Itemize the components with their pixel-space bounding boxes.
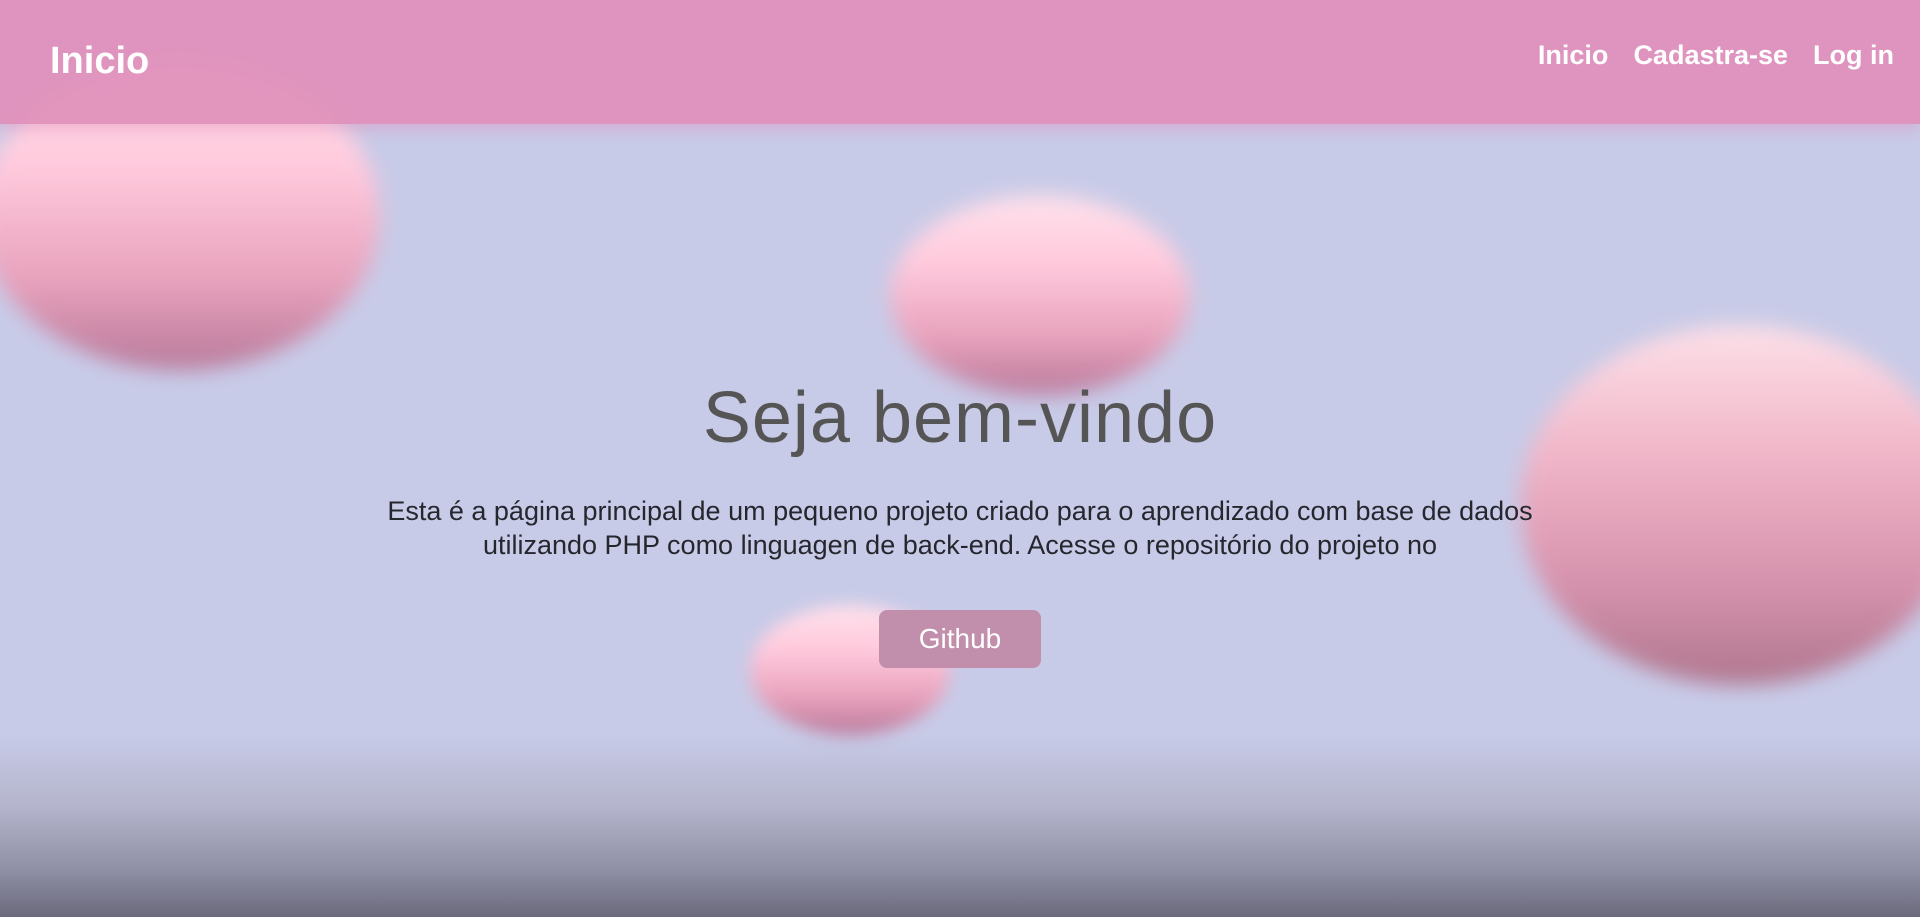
- nav-link-log-in[interactable]: Log in: [1813, 40, 1894, 71]
- nav-links: Inicio Cadastra-se Log in: [1538, 40, 1894, 71]
- navbar: Inicio Inicio Cadastra-se Log in: [0, 0, 1920, 124]
- brand-link[interactable]: Inicio: [50, 40, 149, 83]
- nav-link-cadastra-se[interactable]: Cadastra-se: [1633, 40, 1788, 71]
- github-button[interactable]: Github: [879, 610, 1041, 668]
- hero-section: Seja bem-vindo Esta é a página principal…: [0, 370, 1920, 668]
- background-blob: [890, 195, 1190, 395]
- hero-title: Seja bem-vindo: [702, 378, 1218, 458]
- page: Inicio Inicio Cadastra-se Log in Seja be…: [0, 0, 1920, 917]
- hero-description: Esta é a página principal de um pequeno …: [387, 496, 1533, 560]
- nav-link-inicio[interactable]: Inicio: [1538, 40, 1609, 71]
